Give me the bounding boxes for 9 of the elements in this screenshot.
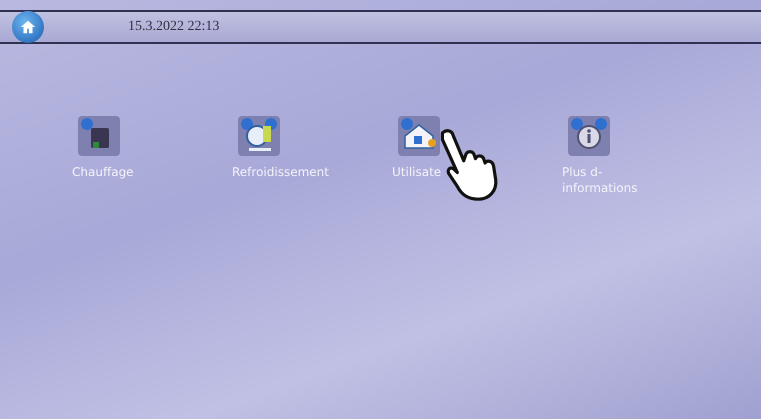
date-time: 15.3.2022 22:13: [128, 19, 220, 35]
info-icon[interactable]: [568, 116, 610, 156]
menu-label[interactable]: Plus d- informations: [562, 164, 638, 196]
house-icon[interactable]: [398, 116, 440, 156]
home-button[interactable]: [12, 11, 44, 43]
house-icon: [19, 18, 37, 36]
menu-label[interactable]: Refroidissement: [232, 164, 329, 180]
menu-label[interactable]: Chauffage: [72, 164, 134, 180]
menu-label[interactable]: Utilisate: [392, 164, 442, 180]
